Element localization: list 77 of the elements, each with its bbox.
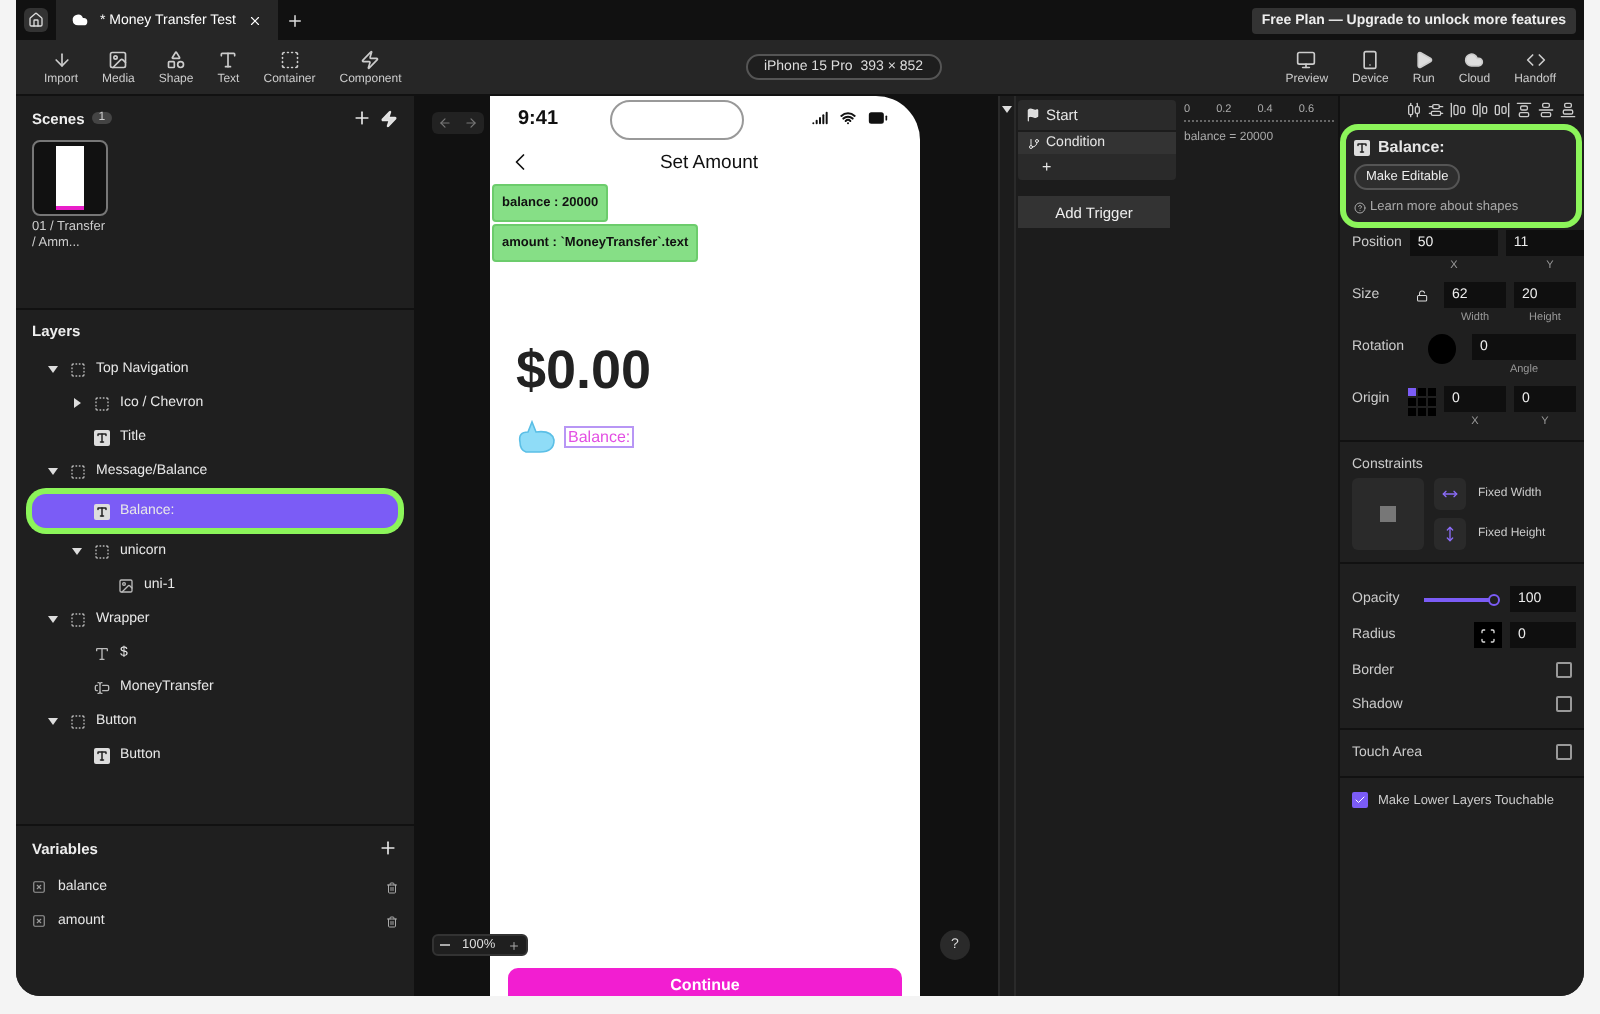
- phone-icon: [1360, 49, 1381, 69]
- zoom-in-icon[interactable]: [507, 939, 520, 951]
- text-layer-icon: [1354, 139, 1370, 155]
- dynamic-island: [610, 100, 744, 140]
- forward-arrow-icon[interactable]: [464, 116, 478, 130]
- code-icon: [1525, 49, 1546, 69]
- caret-icon[interactable]: [48, 466, 58, 476]
- help-icon: [1354, 201, 1366, 213]
- container-layer-icon: [70, 611, 86, 627]
- new-tab-icon[interactable]: [285, 11, 304, 29]
- branch-icon: [1028, 137, 1040, 149]
- container-layer-icon: [94, 543, 110, 559]
- constraint-icon: [1434, 518, 1466, 550]
- add-step[interactable]: +: [1028, 158, 1052, 176]
- container-layer-icon: [70, 713, 86, 729]
- image-layer-icon: [118, 577, 134, 593]
- caret-icon[interactable]: [48, 716, 58, 726]
- scene-thumbnail[interactable]: [32, 140, 108, 216]
- checkbox[interactable]: [1556, 744, 1572, 760]
- trash-icon[interactable]: [386, 881, 398, 893]
- text-layer-icon: [94, 503, 110, 519]
- align-icon[interactable]: [1406, 102, 1422, 118]
- align-icon[interactable]: [1472, 102, 1488, 118]
- container-layer-icon: [70, 463, 86, 479]
- caret-icon[interactable]: [48, 614, 58, 624]
- add-icon[interactable]: [378, 838, 398, 858]
- layer-name: Balance:: [1378, 138, 1445, 156]
- add-icon[interactable]: [352, 108, 372, 128]
- checkbox[interactable]: [1556, 696, 1572, 712]
- variable-icon: [32, 880, 46, 894]
- constraint-icon: [1434, 478, 1466, 510]
- image-icon: [108, 49, 129, 69]
- text-layer-icon: [94, 645, 110, 661]
- align-icon[interactable]: [1450, 102, 1466, 118]
- shapes-icon: [166, 49, 187, 69]
- caret-icon[interactable]: [72, 398, 82, 408]
- monitor-icon: [1296, 49, 1317, 69]
- variable-icon: [32, 914, 46, 928]
- text-layer-icon: [94, 429, 110, 445]
- text-layer-icon: [94, 747, 110, 763]
- lock-icon[interactable]: [1415, 288, 1428, 304]
- close-icon[interactable]: [247, 13, 262, 27]
- caret-icon[interactable]: [1002, 104, 1012, 114]
- checkbox[interactable]: [1556, 662, 1572, 678]
- battery-icon: [868, 108, 888, 128]
- wifi-icon: [840, 110, 856, 126]
- checkbox[interactable]: [1352, 792, 1368, 808]
- align-icon[interactable]: [1560, 102, 1576, 118]
- signal-icon: [812, 110, 828, 126]
- screen-title: Set Amount: [657, 151, 761, 173]
- constraint-widget[interactable]: [1352, 478, 1424, 550]
- continue-button[interactable]: Continue: [508, 968, 902, 996]
- container-layer-icon: [70, 361, 86, 377]
- align-icon[interactable]: [1538, 102, 1554, 118]
- cloud-icon: [1464, 49, 1485, 69]
- amount-text: $0.00: [516, 340, 654, 402]
- input-layer-icon: [94, 679, 110, 695]
- back-arrow-icon[interactable]: [438, 116, 452, 130]
- caret-icon[interactable]: [48, 364, 58, 374]
- dashed-square-icon: [279, 49, 300, 69]
- corner-radius-icon[interactable]: [1474, 622, 1502, 648]
- align-icon[interactable]: [1494, 102, 1510, 118]
- play-icon: [1413, 49, 1434, 69]
- lightning-icon[interactable]: [380, 109, 398, 127]
- origin-grid[interactable]: [1408, 388, 1436, 416]
- container-layer-icon: [94, 395, 110, 411]
- text-icon: [218, 49, 239, 69]
- status-time: 9:41: [518, 107, 561, 129]
- align-icon[interactable]: [1428, 102, 1444, 118]
- cloud-icon: [72, 12, 88, 28]
- trash-icon[interactable]: [386, 915, 398, 927]
- arrow-down-icon: [51, 49, 71, 69]
- align-icon[interactable]: [1516, 102, 1532, 118]
- lightning-icon: [360, 49, 381, 69]
- home-button[interactable]: [24, 8, 48, 32]
- caret-icon[interactable]: [72, 546, 82, 556]
- flag-icon: [1026, 108, 1040, 122]
